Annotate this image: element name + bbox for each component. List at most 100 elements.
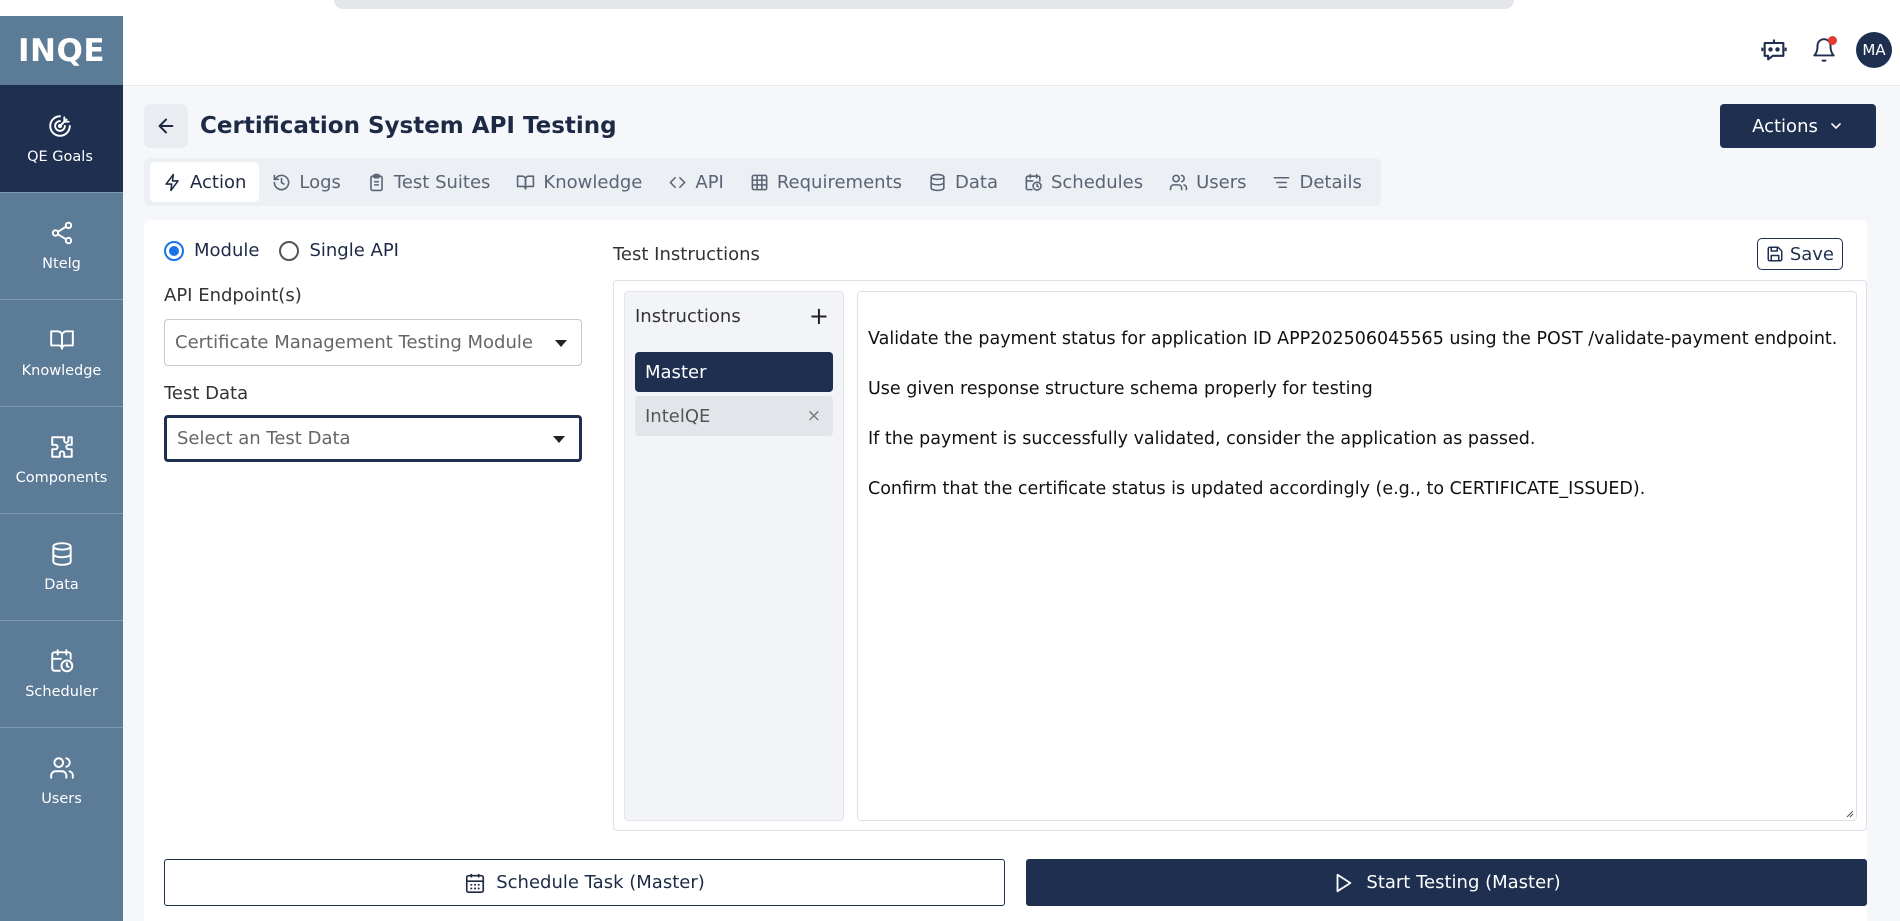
sidebar-item-data[interactable]: Data xyxy=(0,513,123,620)
sidebar-item-scheduler[interactable]: Scheduler xyxy=(0,620,123,727)
sidebar-item-label: Knowledge xyxy=(21,363,102,379)
app-logo: INQE xyxy=(0,16,123,85)
test-data-placeholder: Select an Test Data xyxy=(177,428,351,449)
browser-url-bar xyxy=(334,0,1514,9)
sidebar-item-label: Scheduler xyxy=(25,684,98,700)
align-icon xyxy=(1274,176,1290,188)
caret-down-icon xyxy=(553,435,565,443)
endpoint-select-value: Certificate Management Testing Module xyxy=(175,332,533,353)
module-radio-label[interactable]: Module xyxy=(194,240,259,261)
book-open-icon xyxy=(517,174,535,190)
tab-label: Logs xyxy=(299,171,341,193)
calendar-clock-icon xyxy=(1025,173,1042,191)
close-icon[interactable]: × xyxy=(807,406,821,426)
play-icon xyxy=(1336,873,1352,892)
top-header: MA xyxy=(123,16,1900,86)
instruction-item-master[interactable]: Master xyxy=(635,352,833,392)
tab-action[interactable]: Action xyxy=(150,162,260,202)
notification-bell-icon[interactable] xyxy=(1808,34,1840,66)
save-label: Save xyxy=(1789,243,1834,265)
tab-schedules[interactable]: Schedules xyxy=(1011,162,1156,202)
tab-label: Users xyxy=(1196,171,1247,193)
database-icon xyxy=(930,173,945,191)
tab-api[interactable]: API xyxy=(655,162,736,202)
save-button[interactable]: Save xyxy=(1756,238,1843,270)
endpoint-label: API Endpoint(s) xyxy=(164,285,302,306)
resize-handle-icon[interactable] xyxy=(1844,808,1854,818)
title-bar: Certification System API Testing xyxy=(144,104,617,148)
instructions-list: Instructions + Master IntelQE × xyxy=(624,291,844,821)
add-instruction-icon[interactable]: + xyxy=(809,304,829,328)
target-icon xyxy=(49,115,71,137)
endpoint-select[interactable]: Certificate Management Testing Module xyxy=(164,319,582,366)
chevron-down-icon xyxy=(1831,123,1841,129)
single-api-radio-label[interactable]: Single API xyxy=(309,240,399,261)
tab-label: Action xyxy=(190,171,247,193)
instruction-line: Use given response structure schema prop… xyxy=(868,379,1373,399)
test-instructions-label: Test Instructions xyxy=(613,244,760,265)
calendar-icon xyxy=(466,873,485,893)
tab-requirements[interactable]: Requirements xyxy=(737,162,915,202)
instructions-list-heading: Instructions xyxy=(635,306,741,327)
sidebar: INQE QE Goals Ntelg Knowledge Components… xyxy=(0,16,123,921)
notification-dot xyxy=(1828,36,1837,45)
tab-label: Details xyxy=(1299,171,1362,193)
chat-bot-icon[interactable] xyxy=(1758,34,1790,66)
sidebar-item-ntelg[interactable]: Ntelg xyxy=(0,192,123,299)
tab-test-suites[interactable]: Test Suites xyxy=(354,162,504,202)
puzzle-icon xyxy=(50,436,73,458)
calendar-clock-icon xyxy=(50,649,73,673)
tab-label: Test Suites xyxy=(393,171,491,193)
instruction-item-label: IntelQE xyxy=(645,405,711,427)
book-icon xyxy=(49,330,74,350)
sidebar-item-label: Ntelg xyxy=(42,256,81,272)
bolt-icon xyxy=(165,173,179,191)
database-icon xyxy=(51,542,72,566)
schedule-task-button[interactable]: Schedule Task (Master) xyxy=(164,859,1005,906)
tab-label: Data xyxy=(955,171,998,193)
instruction-item-label: Master xyxy=(645,361,707,383)
single-api-radio[interactable] xyxy=(279,240,300,261)
back-button[interactable] xyxy=(144,104,188,148)
tab-label: Requirements xyxy=(776,171,902,193)
start-testing-button[interactable]: Start Testing (Master) xyxy=(1026,859,1867,906)
start-testing-label: Start Testing (Master) xyxy=(1366,872,1561,893)
tab-logs[interactable]: Logs xyxy=(259,162,354,202)
instructions-editor[interactable]: Validate the payment status for applicat… xyxy=(857,291,1857,821)
instruction-item-intelqe[interactable]: IntelQE × xyxy=(635,396,833,436)
tab-details[interactable]: Details xyxy=(1259,162,1374,202)
actions-dropdown-button[interactable]: Actions xyxy=(1720,104,1876,148)
instructions-container: Instructions + Master IntelQE × Validate… xyxy=(613,280,1867,831)
share-icon xyxy=(51,221,72,245)
save-icon xyxy=(1767,246,1783,262)
clipboard-icon xyxy=(370,173,383,191)
browser-top-strip xyxy=(0,0,1900,16)
tab-label: API xyxy=(695,171,724,193)
tab-knowledge[interactable]: Knowledge xyxy=(503,162,655,202)
table-icon xyxy=(751,174,768,190)
sidebar-item-qe-goals[interactable]: QE Goals xyxy=(0,85,123,192)
schedule-task-label: Schedule Task (Master) xyxy=(496,872,705,893)
instruction-line: Confirm that the certificate status is u… xyxy=(868,479,1646,499)
avatar[interactable]: MA xyxy=(1856,32,1892,68)
action-panel: Module Single API API Endpoint(s) Certif… xyxy=(144,220,1867,921)
tab-users[interactable]: Users xyxy=(1156,162,1259,202)
tab-data[interactable]: Data xyxy=(915,162,1011,202)
sidebar-item-knowledge[interactable]: Knowledge xyxy=(0,299,123,406)
tab-bar: Action Logs Test Suites Knowledge API Re… xyxy=(144,158,1381,206)
module-radio[interactable] xyxy=(164,240,184,261)
test-data-select[interactable]: Select an Test Data xyxy=(164,415,582,462)
instruction-line: Validate the payment status for applicat… xyxy=(868,329,1838,349)
sidebar-item-label: Components xyxy=(15,470,108,486)
sidebar-item-components[interactable]: Components xyxy=(0,406,123,513)
test-data-label: Test Data xyxy=(164,383,249,404)
arrow-left-icon xyxy=(158,118,174,134)
history-icon xyxy=(273,174,290,190)
page-title: Certification System API Testing xyxy=(200,113,617,139)
sidebar-item-label: Data xyxy=(44,577,79,593)
sidebar-item-users[interactable]: Users xyxy=(0,727,123,834)
sidebar-item-label: QE Goals xyxy=(27,149,93,165)
mode-radio-group: Module Single API xyxy=(164,240,419,261)
users-icon xyxy=(49,757,74,779)
tab-label: Schedules xyxy=(1050,171,1144,193)
